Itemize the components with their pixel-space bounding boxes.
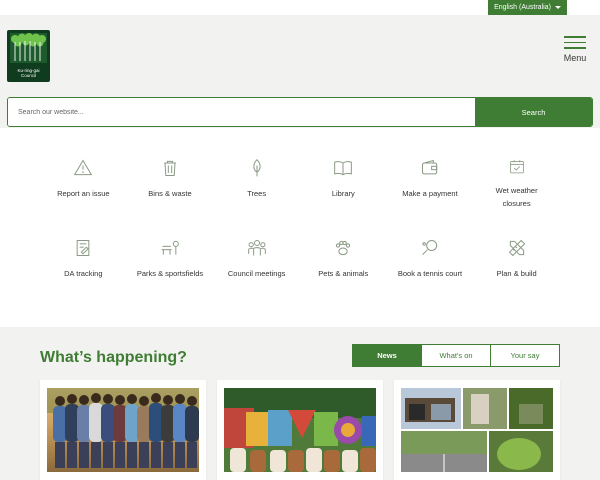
tab-your-say[interactable]: Your say bbox=[490, 345, 559, 366]
council-logo[interactable]: Ku-ring-gai Council bbox=[7, 30, 50, 82]
language-selected-label: English (Australia) bbox=[494, 4, 551, 11]
park-bench-icon bbox=[161, 240, 179, 255]
news-card[interactable] bbox=[217, 380, 383, 480]
search-input[interactable] bbox=[8, 98, 475, 126]
quick-link-pets-animals[interactable]: Pets & animals bbox=[300, 230, 387, 290]
warning-triangle-icon bbox=[74, 159, 93, 176]
quick-link-label: Council meetings bbox=[227, 269, 286, 278]
quick-link-label: Plan & build bbox=[496, 269, 537, 278]
quick-link-label: Report an issue bbox=[57, 189, 110, 198]
menu-label: Menu bbox=[563, 52, 587, 63]
quick-link-label: Book a tennis court bbox=[397, 269, 463, 278]
quick-link-tennis-court[interactable]: Book a tennis court bbox=[387, 230, 474, 290]
search-button[interactable]: Search bbox=[475, 98, 592, 126]
site-search: Search bbox=[7, 97, 593, 127]
tab-news[interactable]: News bbox=[353, 345, 421, 366]
quick-link-wet-weather[interactable]: Wet weather closures bbox=[473, 150, 560, 210]
hamburger-icon bbox=[564, 36, 586, 38]
wallet-icon bbox=[421, 159, 438, 175]
quick-link-plan-build[interactable]: Plan & build bbox=[473, 230, 560, 290]
people-group-icon bbox=[247, 240, 266, 256]
happening-tabs: News What's on Your say bbox=[352, 344, 560, 367]
quick-link-label: Bins & waste bbox=[148, 189, 192, 198]
tab-whats-on[interactable]: What's on bbox=[421, 345, 490, 366]
logo-text: Ku-ring-gai Council bbox=[7, 68, 50, 78]
logo-text-line2: Council bbox=[20, 73, 36, 78]
document-edit-icon bbox=[76, 240, 90, 256]
quick-link-report-issue[interactable]: Report an issue bbox=[40, 150, 127, 210]
news-card-image bbox=[401, 388, 553, 472]
tree-logo-icon bbox=[10, 33, 47, 63]
quick-link-council-meetings[interactable]: Council meetings bbox=[213, 230, 300, 290]
section-title: What’s happening? bbox=[40, 349, 187, 366]
menu-button[interactable]: Menu bbox=[562, 36, 588, 63]
book-icon bbox=[334, 161, 353, 176]
quick-link-label: Wet weather closures bbox=[495, 186, 538, 208]
ruler-pencil-icon bbox=[508, 239, 525, 257]
calendar-check-icon bbox=[509, 160, 524, 174]
caret-down-icon bbox=[554, 6, 561, 9]
quick-link-label: DA tracking bbox=[64, 269, 103, 278]
quick-link-parks[interactable]: Parks & sportsfields bbox=[127, 230, 214, 290]
language-bar: English (Australia) bbox=[0, 0, 600, 15]
news-card-image bbox=[224, 388, 376, 472]
paw-icon bbox=[336, 240, 351, 256]
quick-link-label: Pets & animals bbox=[318, 269, 369, 278]
quick-link-trees[interactable]: Trees bbox=[213, 150, 300, 210]
quick-link-library[interactable]: Library bbox=[300, 150, 387, 210]
quick-link-label: Library bbox=[331, 189, 355, 198]
quick-link-label: Trees bbox=[247, 189, 267, 198]
quick-link-make-payment[interactable]: Make a payment bbox=[387, 150, 474, 210]
news-card-image bbox=[47, 388, 199, 472]
quick-link-label: Make a payment bbox=[402, 189, 458, 198]
news-card[interactable] bbox=[40, 380, 206, 480]
quick-links: Report an issue Bins & waste Trees Libra… bbox=[40, 150, 560, 290]
language-selector[interactable]: English (Australia) bbox=[488, 0, 567, 15]
quick-link-label: Parks & sportsfields bbox=[136, 269, 204, 278]
quick-link-da-tracking[interactable]: DA tracking bbox=[40, 230, 127, 290]
bin-icon bbox=[164, 160, 176, 176]
news-card[interactable] bbox=[394, 380, 560, 480]
quick-link-bins-waste[interactable]: Bins & waste bbox=[127, 150, 214, 210]
tree-icon bbox=[253, 158, 261, 177]
tennis-racket-icon bbox=[422, 240, 438, 256]
whats-happening-section: What’s happening? News What's on Your sa… bbox=[0, 327, 600, 480]
